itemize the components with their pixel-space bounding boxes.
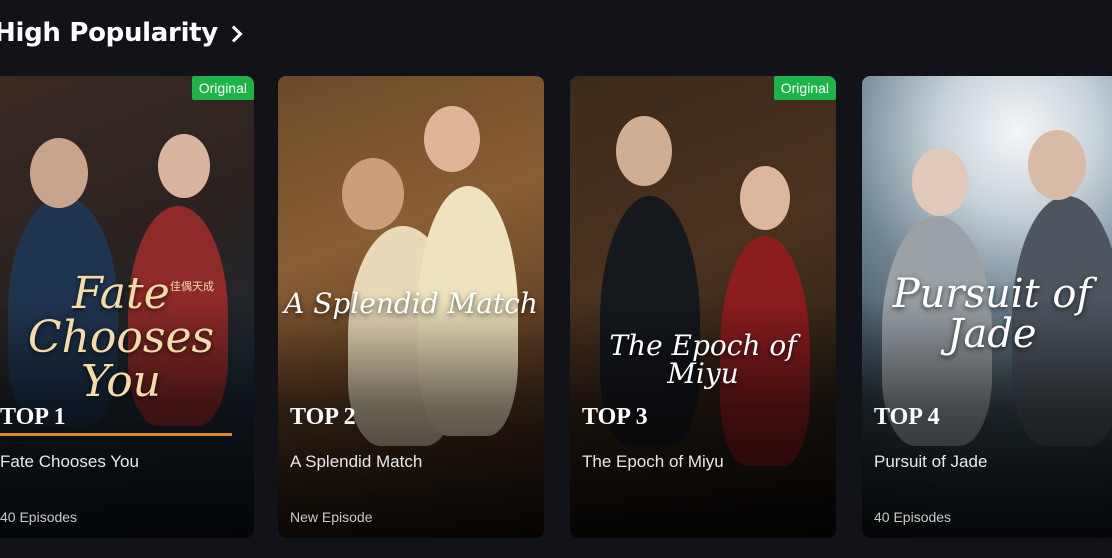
poster-figure-head xyxy=(158,134,210,198)
rank-label: TOP 2 xyxy=(290,404,356,430)
card-title[interactable]: Pursuit of Jade xyxy=(874,452,987,472)
original-badge: Original xyxy=(191,76,254,100)
poster-figure-head xyxy=(616,116,672,186)
card-title[interactable]: Fate Chooses You xyxy=(0,452,139,472)
poster-figure-head xyxy=(30,138,88,208)
episode-status: New Episode xyxy=(290,509,373,525)
original-badge: Original xyxy=(773,76,836,100)
episode-count: 40 Episodes xyxy=(874,509,952,525)
poster-figure-head xyxy=(912,148,968,216)
card-title[interactable]: The Epoch of Miyu xyxy=(582,452,724,472)
drama-card-3[interactable]: The Epoch of Miyu Original TOP 3 The Epo… xyxy=(570,76,836,538)
episode-count: 40 Episodes xyxy=(0,509,78,525)
poster-subtitle: 佳偶天成 xyxy=(170,281,214,293)
drama-card-4[interactable]: Pursuit of Jade TOP 4 Pursuit of Jade 40… xyxy=(862,76,1112,538)
drama-card-1[interactable]: Fate Chooses You 佳偶天成 Original TOP 1 Fat… xyxy=(0,76,254,538)
section-title: High Popularity xyxy=(0,18,218,48)
drama-card-2[interactable]: A Splendid Match TOP 2 A Splendid Match … xyxy=(278,76,544,538)
card-title[interactable]: A Splendid Match xyxy=(290,452,422,472)
poster-figure-head xyxy=(740,166,790,230)
poster-figure-head xyxy=(424,106,480,172)
rank-label: TOP 1 xyxy=(0,404,66,430)
chevron-right-icon[interactable] xyxy=(225,25,243,43)
rank-label: TOP 3 xyxy=(582,404,648,430)
poster-figure-head xyxy=(1028,130,1086,200)
poster-title: The Epoch of Miyu xyxy=(609,329,797,390)
poster-title: Fate Chooses You xyxy=(27,268,215,407)
poster-title: Pursuit of Jade xyxy=(892,271,1092,357)
active-indicator xyxy=(0,433,232,436)
rank-label: TOP 4 xyxy=(874,404,940,430)
poster-figure-head xyxy=(342,158,404,230)
poster-title: A Splendid Match xyxy=(284,287,538,320)
section-header[interactable]: High Popularity xyxy=(0,18,243,48)
